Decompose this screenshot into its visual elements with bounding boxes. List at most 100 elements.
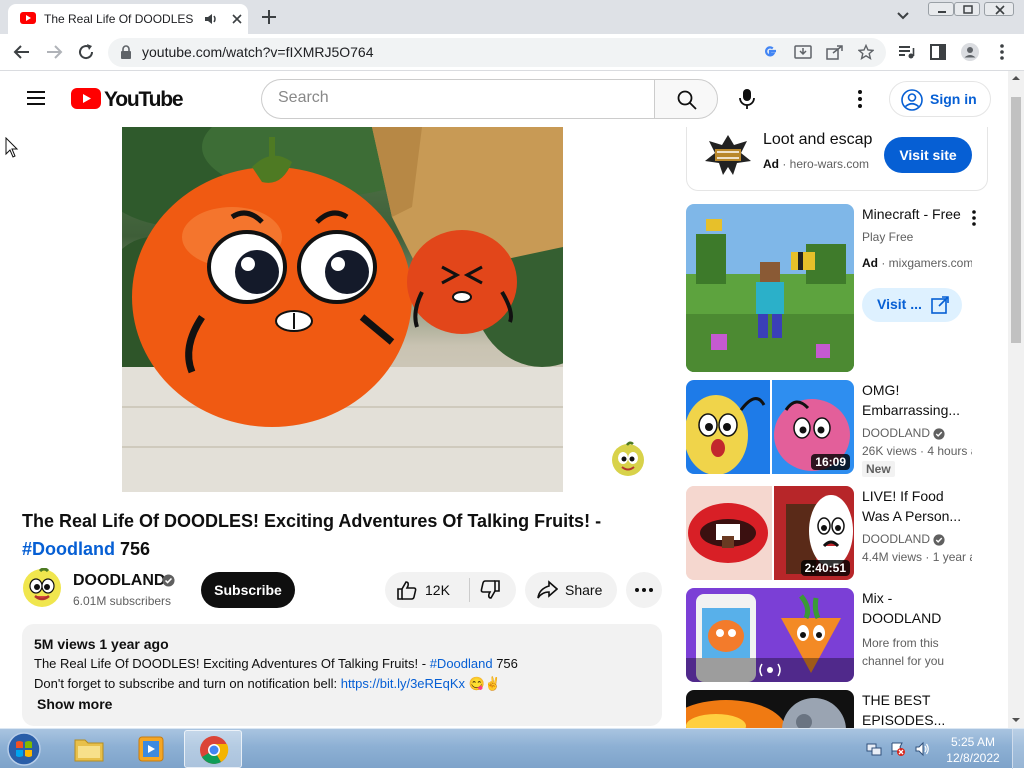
- show-desktop-button[interactable]: [1012, 729, 1024, 769]
- clock-time: 5:25 AM: [950, 735, 996, 749]
- rec-menu-icon[interactable]: [968, 208, 980, 228]
- volume-icon[interactable]: [914, 741, 930, 757]
- ad-title[interactable]: Loot and escape: [763, 131, 873, 149]
- taskbar-media-player[interactable]: [122, 730, 180, 768]
- visit-advertiser-button[interactable]: Visit ...: [862, 288, 962, 322]
- side-panel-icon[interactable]: [928, 42, 948, 62]
- sign-in-button[interactable]: Sign in: [889, 81, 991, 117]
- search-input[interactable]: [278, 89, 638, 107]
- ad-companion-card[interactable]: Loot and escape Ad · hero-wars.com Visit…: [686, 127, 988, 191]
- description-hashtag-link[interactable]: #Doodland: [430, 656, 493, 671]
- ad-meta: Ad · hero-wars.com: [763, 157, 870, 171]
- video-thumbnail[interactable]: [686, 690, 854, 728]
- subscriber-count: 6.01M subscribers: [73, 594, 172, 608]
- scrollbar-thumb[interactable]: [1011, 97, 1021, 343]
- tab-search-chevron-icon[interactable]: [896, 11, 910, 21]
- description-url-link[interactable]: https://bit.ly/3eREqKx: [341, 676, 465, 691]
- rec-title[interactable]: THE BEST EPISODES...: [862, 690, 972, 728]
- folder-icon: [74, 739, 104, 762]
- address-bar[interactable]: youtube.com/watch?v=fIXMRJ5O764: [108, 38, 886, 67]
- like-button[interactable]: 12K: [385, 572, 469, 608]
- reload-icon[interactable]: [76, 42, 96, 62]
- description-line-1: The Real Life Of DOODLES! Exciting Adven…: [34, 656, 518, 671]
- rec-title[interactable]: Minecraft - Free: [862, 204, 972, 224]
- url-text[interactable]: youtube.com/watch?v=fIXMRJ5O764: [142, 44, 374, 60]
- sidebar-ad-minecraft[interactable]: Minecraft - Free Play Free Ad · mixgamer…: [686, 204, 988, 372]
- rec-title[interactable]: LIVE! If Food Was A Person...: [862, 486, 972, 526]
- rec-channel-name[interactable]: DOODLAND: [862, 426, 930, 440]
- browser-tab[interactable]: The Real Life Of DOODLES! Exciting Adven…: [8, 4, 248, 34]
- video-thumbnail[interactable]: 2:40:51: [686, 486, 854, 580]
- share-page-icon[interactable]: [826, 44, 844, 60]
- bookmark-star-icon[interactable]: [858, 44, 874, 60]
- hamburger-menu-icon[interactable]: [26, 90, 46, 106]
- tab-audio-icon[interactable]: [204, 12, 218, 26]
- page-scrollbar[interactable]: [1008, 71, 1024, 728]
- back-arrow-icon[interactable]: [12, 42, 32, 62]
- video-player[interactable]: [0, 127, 685, 493]
- search-button[interactable]: [654, 79, 718, 119]
- ad-label: Ad: [763, 157, 779, 171]
- description-text: The Real Life Of DOODLES! Exciting Adven…: [34, 656, 430, 671]
- action-center-icon[interactable]: [890, 741, 906, 757]
- more-horizontal-icon: [635, 588, 653, 592]
- mouse-cursor-icon: [5, 137, 19, 159]
- share-button[interactable]: Share: [525, 572, 617, 608]
- video-title-hashtag-link[interactable]: #Doodland: [22, 539, 115, 559]
- rec-channel-name[interactable]: DOODLAND: [862, 532, 930, 546]
- forward-arrow-icon[interactable]: [44, 42, 64, 62]
- sidebar-video-2[interactable]: 2:40:51 LIVE! If Food Was A Person... DO…: [686, 486, 988, 580]
- video-duration: 2:40:51: [800, 560, 850, 576]
- video-frame[interactable]: [122, 127, 563, 492]
- mix-thumbnail[interactable]: [686, 588, 854, 682]
- settings-kebab-icon[interactable]: [850, 88, 870, 110]
- install-app-icon[interactable]: [794, 44, 812, 60]
- more-actions-button[interactable]: [626, 572, 662, 608]
- thumbs-down-icon: [480, 580, 500, 599]
- show-more-button[interactable]: Show more: [37, 696, 112, 712]
- restore-button[interactable]: [954, 2, 980, 16]
- google-lens-icon[interactable]: [762, 44, 778, 60]
- thumbnail-image: [686, 690, 854, 728]
- minimize-button[interactable]: [928, 2, 954, 16]
- description-number: 756: [492, 656, 518, 671]
- sidebar-mix[interactable]: Mix - DOODLAND More from this channel fo…: [686, 588, 988, 682]
- visit-site-button[interactable]: Visit site: [884, 137, 972, 173]
- scroll-down-arrow-icon[interactable]: [1008, 713, 1024, 727]
- ad-domain: hero-wars.com: [789, 157, 870, 171]
- like-count: 12K: [425, 582, 450, 598]
- description-box[interactable]: 5M views 1 year ago The Real Life Of DOO…: [22, 624, 662, 726]
- youtube-favicon-icon: [20, 12, 36, 24]
- video-duration: 16:09: [811, 454, 850, 470]
- profile-avatar-icon[interactable]: [960, 42, 980, 62]
- taskbar-chrome[interactable]: [184, 730, 242, 768]
- system-clock[interactable]: 5:25 AM 12/8/2022: [938, 734, 1008, 766]
- minecraft-thumbnail[interactable]: [686, 204, 854, 372]
- youtube-logo[interactable]: YouTube: [71, 88, 184, 111]
- scroll-up-arrow-icon[interactable]: [1008, 71, 1024, 85]
- tab-close-icon[interactable]: [230, 12, 244, 26]
- youtube-play-icon: [71, 88, 101, 109]
- windows-start-icon[interactable]: [4, 731, 44, 767]
- network-icon[interactable]: [866, 741, 882, 757]
- sidebar-video-4[interactable]: THE BEST EPISODES...: [686, 690, 988, 728]
- verified-check-icon: [933, 534, 945, 546]
- search-box[interactable]: [261, 79, 655, 119]
- sidebar-video-1[interactable]: 16:09 OMG! Embarrassing... DOODLAND 26K …: [686, 380, 988, 477]
- new-tab-icon[interactable]: [260, 8, 278, 26]
- lock-icon[interactable]: [120, 45, 132, 59]
- channel-avatar[interactable]: [22, 568, 62, 608]
- dislike-button[interactable]: [470, 572, 516, 608]
- voice-search-button[interactable]: [727, 79, 767, 119]
- channel-name[interactable]: DOODLAND: [73, 572, 165, 590]
- rec-title[interactable]: OMG! Embarrassing...: [862, 380, 972, 420]
- rec-title[interactable]: Mix - DOODLAND: [862, 588, 972, 628]
- taskbar-explorer[interactable]: [60, 730, 118, 768]
- video-thumbnail[interactable]: 16:09: [686, 380, 854, 474]
- subscribe-button[interactable]: Subscribe: [201, 572, 295, 608]
- media-controls-icon[interactable]: [896, 42, 916, 62]
- new-badge: New: [862, 461, 895, 477]
- chrome-menu-icon[interactable]: [992, 42, 1012, 62]
- close-window-button[interactable]: [984, 2, 1014, 16]
- channel-watermark-icon[interactable]: [610, 441, 646, 477]
